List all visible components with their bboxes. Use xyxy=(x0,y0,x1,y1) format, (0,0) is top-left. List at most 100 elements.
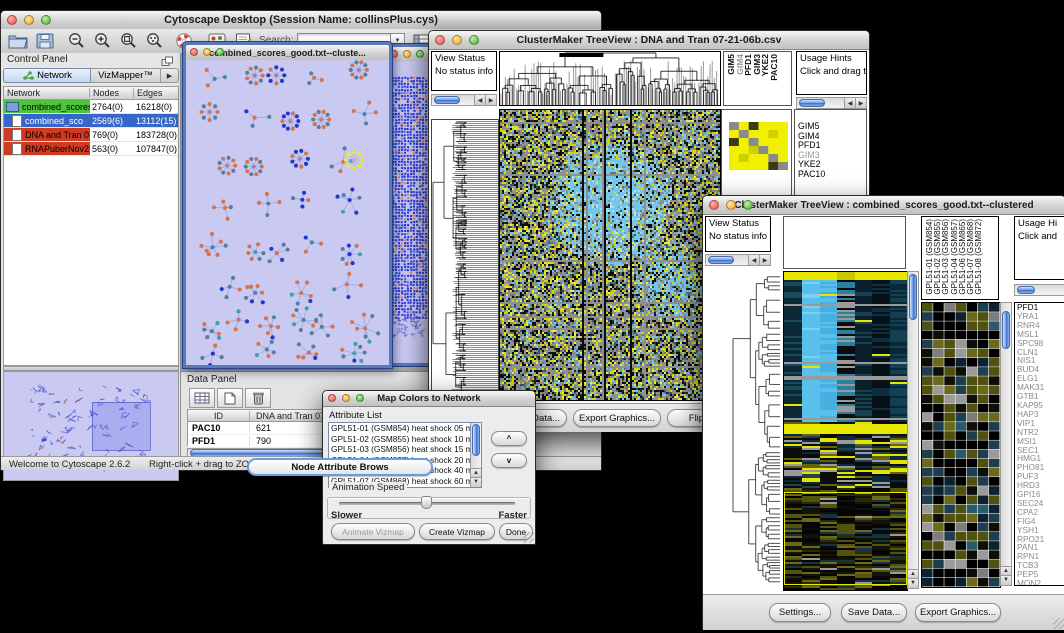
zoom-window-button[interactable] xyxy=(41,15,51,25)
tv2-button-bar: Settings... Save Data... Export Graphics… xyxy=(703,594,1064,630)
tab-overflow-button[interactable]: ▶ xyxy=(161,68,179,83)
window-title: Cytoscape Desktop (Session Name: collins… xyxy=(164,14,438,26)
tv2-row-dendrogram[interactable] xyxy=(705,272,781,586)
minimize-button[interactable] xyxy=(24,15,34,25)
tv1-column-dendrogram[interactable] xyxy=(499,51,721,106)
nodes-cell: 2764(0) xyxy=(90,102,134,112)
tv2-column-area xyxy=(783,216,906,269)
speed-slider-thumb[interactable] xyxy=(421,496,432,509)
tv2-export-graphics-button[interactable]: Export Graphics... xyxy=(915,603,1001,622)
gene-label[interactable]: PAC10 xyxy=(795,170,866,180)
close-button[interactable] xyxy=(328,394,336,402)
tv2-save-data-button[interactable]: Save Data... xyxy=(841,603,907,622)
save-session-button[interactable] xyxy=(32,31,58,51)
edges-cell: 13112(15) xyxy=(134,116,178,126)
zoom-window-button[interactable] xyxy=(356,394,364,402)
doc-icon xyxy=(12,129,22,141)
zoom-window-button[interactable] xyxy=(416,50,424,58)
nodes-cell: 2569(6) xyxy=(90,116,134,126)
new-attribute-icon[interactable] xyxy=(217,388,243,408)
gene-id-cell: PFD1 xyxy=(188,436,250,446)
nodes-cell: 769(0) xyxy=(90,130,134,140)
table-view-icon[interactable] xyxy=(189,388,215,408)
tv1-zoom-heatmap[interactable] xyxy=(729,122,788,170)
minimize-button[interactable] xyxy=(726,200,736,210)
tv2-zoom-heatmap[interactable] xyxy=(921,302,1001,588)
zoom-window-button[interactable] xyxy=(469,35,479,45)
zoom-in-icon[interactable] xyxy=(89,31,115,51)
move-attribute-down-button[interactable]: v xyxy=(491,453,527,468)
gene-label[interactable]: MON2 xyxy=(1015,579,1064,586)
move-attribute-up-button[interactable]: ^ xyxy=(491,431,527,446)
data-panel-title: Data Panel xyxy=(187,374,236,385)
network-view-2-canvas[interactable] xyxy=(386,61,430,363)
animation-speed-label: Animation Speed xyxy=(329,482,407,493)
tv2-settings-button[interactable]: Settings... xyxy=(769,603,831,622)
treeview2-title-bar[interactable]: ClusterMaker TreeView : combined_scores_… xyxy=(703,196,1064,215)
network-window: combined_scores_good.txt--cluste... xyxy=(183,42,392,368)
tab-vizmapper[interactable]: VizMapper™ xyxy=(91,68,161,83)
close-button[interactable] xyxy=(190,48,198,56)
array-label: PAC10 xyxy=(769,54,779,81)
tv1-global-heatmap[interactable] xyxy=(499,109,721,401)
attribute-item[interactable]: GPL51-03 (GSM856) heat shock 15 min xyxy=(329,444,470,455)
tv1-row-dendrogram[interactable] xyxy=(431,119,499,399)
tv2-status-hscrollbar[interactable]: ◀▶ xyxy=(705,254,771,266)
network-name-cell: RNAPuberNov2+| xyxy=(4,142,90,155)
tv2-global-heatmap[interactable] xyxy=(783,271,908,591)
network-name-cell: combined_sco xyxy=(4,114,90,127)
tv2-zoom-vscrollbar[interactable]: ▲▼ xyxy=(1000,302,1012,586)
delete-attribute-trash-icon[interactable] xyxy=(245,388,271,408)
tv1-usage-hints-box: Usage Hints Click and drag to xyxy=(796,51,867,95)
zoom-window-button[interactable] xyxy=(743,200,753,210)
tv1-view-status-box: View Status No status info f xyxy=(431,51,497,91)
zoom-out-icon[interactable] xyxy=(63,31,89,51)
tv1-export-graphics-button[interactable]: Export Graphics... xyxy=(573,409,661,427)
network-table-row[interactable]: combined_scores2764(0)16218(0) xyxy=(4,100,178,114)
tv1-status-hscrollbar[interactable]: ◀▶ xyxy=(431,94,497,106)
tv2-hints-hscrollbar[interactable] xyxy=(1014,284,1064,296)
faster-label: Faster xyxy=(498,510,527,521)
close-button[interactable] xyxy=(435,35,445,45)
minimize-button[interactable] xyxy=(203,48,211,56)
network-view-canvas[interactable] xyxy=(186,60,389,365)
minimize-button[interactable] xyxy=(403,50,411,58)
tv2-global-vscrollbar[interactable]: ▲▼ xyxy=(907,271,919,589)
resize-grip[interactable] xyxy=(523,532,534,543)
network-table-row[interactable]: RNAPuberNov2+|563(0)107847(0) xyxy=(4,142,178,156)
animate-vizmap-button[interactable]: Animate Vizmap xyxy=(331,523,415,540)
zoom-window-button[interactable] xyxy=(216,48,224,56)
main-title-bar[interactable]: Cytoscape Desktop (Session Name: collins… xyxy=(1,11,601,30)
network-table-row[interactable]: DNA and Tran 07769(0)183728(0) xyxy=(4,128,178,142)
tv1-hints-hscrollbar[interactable]: ◀▶ xyxy=(796,97,867,109)
tv2-gene-list: PFD1YRA1RNR4MSL1SPC98CLN1NIS1BUD4ELG1MAK… xyxy=(1014,302,1064,586)
node-attribute-browser-button[interactable]: Node Attribute Brows xyxy=(247,458,433,476)
tab-network[interactable]: Network xyxy=(3,68,91,83)
network-name: RNAPuberNov2+| xyxy=(25,144,90,154)
treeview2-title: ClusterMaker TreeView : combined_scores_… xyxy=(734,200,1033,211)
minimize-button[interactable] xyxy=(452,35,462,45)
close-button[interactable] xyxy=(7,15,17,25)
open-session-button[interactable] xyxy=(5,31,31,51)
create-vizmap-button[interactable]: Create Vizmap xyxy=(419,523,495,540)
control-panel-title: Control Panel xyxy=(7,54,68,65)
network-table-header[interactable]: Network Nodes Edges xyxy=(4,87,178,100)
network-window-title: combined_scores_good.txt--cluste... xyxy=(209,48,366,58)
attribute-item[interactable]: GPL51-02 (GSM855) heat shock 10 min xyxy=(329,434,470,445)
zoom-fit-icon[interactable] xyxy=(115,31,141,51)
dialog-title-bar[interactable]: Map Colors to Network xyxy=(323,391,535,407)
dialog-title: Map Colors to Network xyxy=(377,393,480,404)
network-window-title-bar[interactable]: combined_scores_good.txt--cluste... xyxy=(186,45,389,61)
zoom-selected-icon[interactable] xyxy=(141,31,167,51)
network-table-row[interactable]: combined_sco 2569(6)13112(15) xyxy=(4,114,178,128)
doc-icon xyxy=(12,143,22,155)
resize-grip[interactable] xyxy=(1053,618,1064,629)
treeview1-title-bar[interactable]: ClusterMaker TreeView : DNA and Tran 07-… xyxy=(429,31,869,50)
status-welcome: Welcome to Cytoscape 2.6.2 xyxy=(9,459,130,470)
network-name: combined_sco xyxy=(25,116,83,126)
attribute-list-vscrollbar[interactable]: ▲▼ xyxy=(470,423,481,487)
close-button[interactable] xyxy=(709,200,719,210)
network-name-cell: combined_scores xyxy=(4,100,90,113)
minimize-button[interactable] xyxy=(342,394,350,402)
attribute-item[interactable]: GPL51-01 (GSM854) heat shock 05 min xyxy=(329,423,470,434)
